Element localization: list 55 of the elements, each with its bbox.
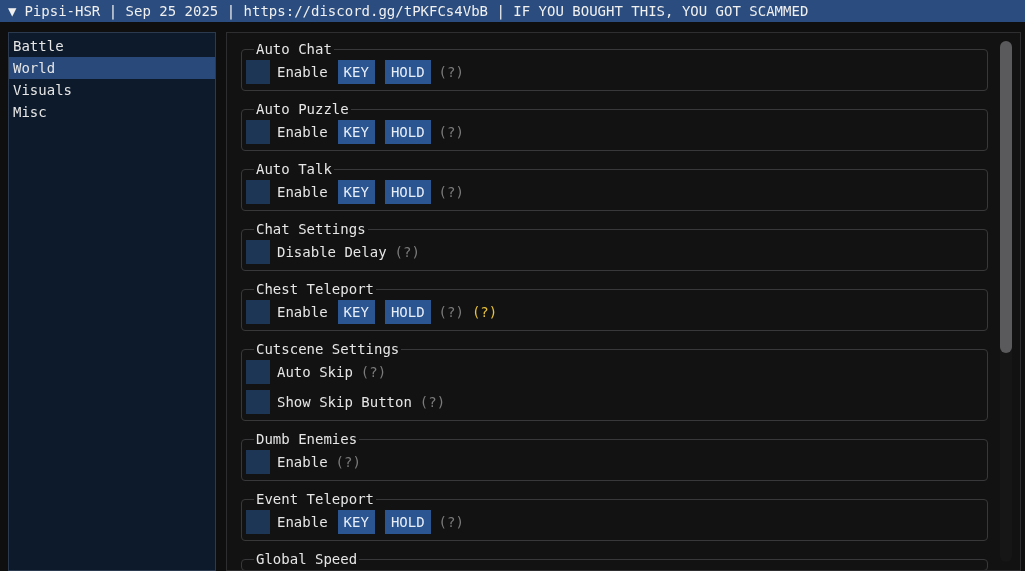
keybind-button[interactable]: KEY	[337, 300, 375, 324]
window-title: Pipsi-HSR | Sep 25 2025 | https://discord.gg/tPKFCs4VbB | IF YOU BOUGHT THIS, YOU GOT SCAMMED	[24, 3, 809, 19]
checkbox[interactable]	[246, 60, 270, 84]
sidebar-item[interactable]: Misc	[9, 101, 215, 123]
option-label: Enable	[277, 304, 328, 320]
help-hint[interactable]: (?)	[438, 64, 464, 80]
group-title: Chest Teleport	[255, 281, 375, 297]
checkbox[interactable]	[246, 120, 270, 144]
help-hint[interactable]: (?)	[438, 304, 464, 320]
keybind-button[interactable]: KEY	[337, 120, 375, 144]
checkbox[interactable]	[246, 510, 270, 534]
scrollbar-thumb[interactable]	[1000, 41, 1012, 353]
option-label: Show Skip Button	[277, 394, 412, 410]
option-label: Enable	[277, 514, 328, 530]
group-title: Dumb Enemies	[255, 431, 359, 447]
group-title: Auto Talk	[255, 161, 333, 177]
help-hint[interactable]: (?)	[335, 454, 361, 470]
option-label: Disable Delay	[277, 244, 387, 260]
keybind-button[interactable]: HOLD	[384, 300, 431, 324]
keybind-button[interactable]: KEY	[337, 60, 375, 84]
option-label: Enable	[277, 184, 328, 200]
keybind-button[interactable]: KEY	[337, 510, 375, 534]
option-label: Enable	[277, 124, 328, 140]
group-title: Auto Puzzle	[255, 101, 350, 117]
keybind-button[interactable]: HOLD	[384, 180, 431, 204]
group-title: Cutscene Settings	[255, 341, 401, 357]
checkbox[interactable]	[246, 390, 270, 414]
sidebar-item[interactable]: Visuals	[9, 79, 215, 101]
sidebar-item[interactable]: World	[9, 57, 215, 79]
warning-hint[interactable]: (?)	[471, 304, 498, 320]
keybind-button[interactable]: HOLD	[384, 120, 431, 144]
checkbox[interactable]	[246, 240, 270, 264]
checkbox[interactable]	[246, 450, 270, 474]
help-hint[interactable]: (?)	[394, 244, 420, 260]
option-label: Enable	[277, 454, 328, 470]
group-title: Global Speed	[255, 551, 359, 567]
collapse-arrow[interactable]: ▼	[8, 3, 17, 19]
group-title: Auto Chat	[255, 41, 333, 57]
option-label: Auto Skip	[277, 364, 353, 380]
help-hint[interactable]: (?)	[438, 184, 464, 200]
help-hint[interactable]: (?)	[360, 364, 387, 380]
help-hint[interactable]: (?)	[438, 124, 464, 140]
help-hint[interactable]: (?)	[438, 514, 464, 530]
sidebar-item[interactable]: Battle	[9, 35, 215, 57]
scrollbar[interactable]	[1000, 41, 1012, 562]
keybind-button[interactable]: HOLD	[384, 510, 431, 534]
option-label: Enable	[277, 64, 328, 80]
checkbox[interactable]	[246, 360, 270, 384]
checkbox[interactable]	[246, 300, 270, 324]
keybind-button[interactable]: HOLD	[384, 60, 431, 84]
group-title: Event Teleport	[255, 491, 375, 507]
group-title: Chat Settings	[255, 221, 367, 237]
checkbox[interactable]	[246, 180, 270, 204]
help-hint[interactable]: (?)	[419, 394, 446, 410]
keybind-button[interactable]: KEY	[337, 180, 375, 204]
